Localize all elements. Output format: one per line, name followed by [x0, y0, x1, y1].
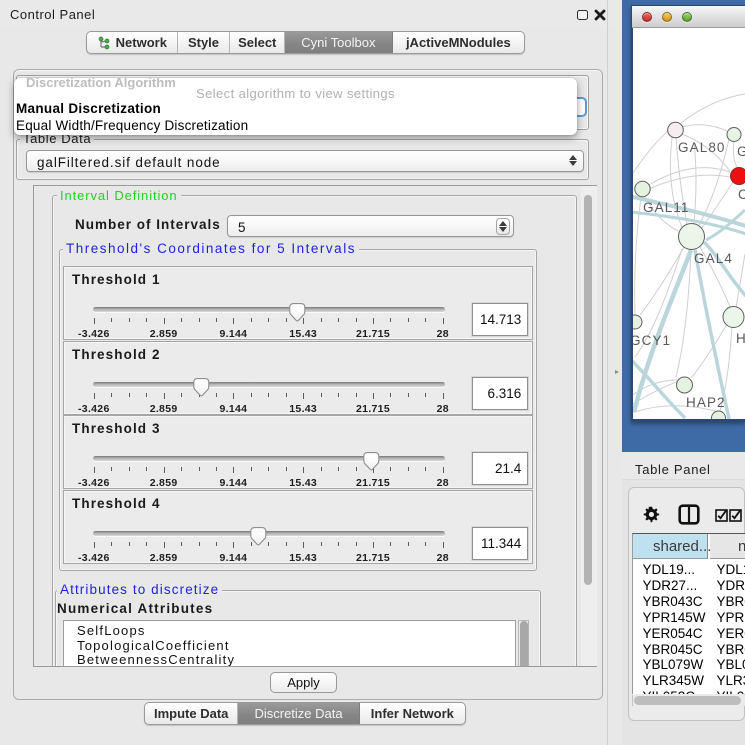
svg-text:HAP2: HAP2 [686, 395, 726, 410]
svg-text:GAL11: GAL11 [643, 200, 690, 215]
svg-text:C: C [738, 187, 745, 202]
svg-text:GCY1: GCY1 [633, 333, 671, 348]
svg-text:GAL4: GAL4 [694, 251, 733, 266]
svg-text:H: H [736, 331, 745, 346]
svg-text:G.: G. [737, 144, 745, 159]
svg-text:GAL80: GAL80 [678, 140, 726, 155]
